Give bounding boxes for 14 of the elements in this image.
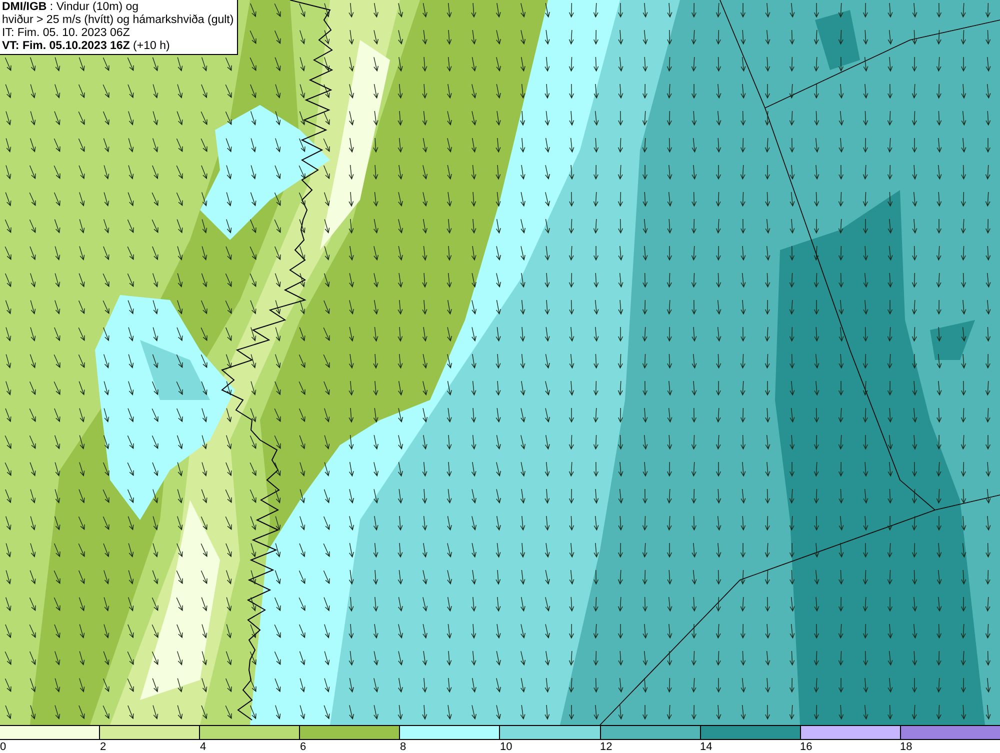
scale-tick-label: 2: [100, 741, 106, 753]
legend-text: DMI/IGB : Vindur (10m) og: [2, 1, 140, 14]
scale-tick-label: 16: [800, 741, 812, 753]
scale-tick-label: 18: [900, 741, 912, 753]
scale-tick-label: 4: [200, 741, 206, 753]
scale-tick-label: 14: [700, 741, 712, 753]
scale-tick-label: 8: [400, 741, 406, 753]
scale-tick-label: 6: [300, 741, 306, 753]
legend-text: IT: Fim. 05. 10. 2023 06Z: [2, 27, 131, 40]
scale-tick-label: 0: [0, 741, 6, 753]
legend-text: hviður > 25 m/s (hvítt) og hámarkshviða (gult): [2, 14, 234, 27]
scale-tick-label: 12: [600, 741, 612, 753]
legend-text: VT: Fim. 05.10.2023 16Z (+10 h): [2, 40, 171, 53]
scale-tick-label: 10: [500, 741, 512, 753]
